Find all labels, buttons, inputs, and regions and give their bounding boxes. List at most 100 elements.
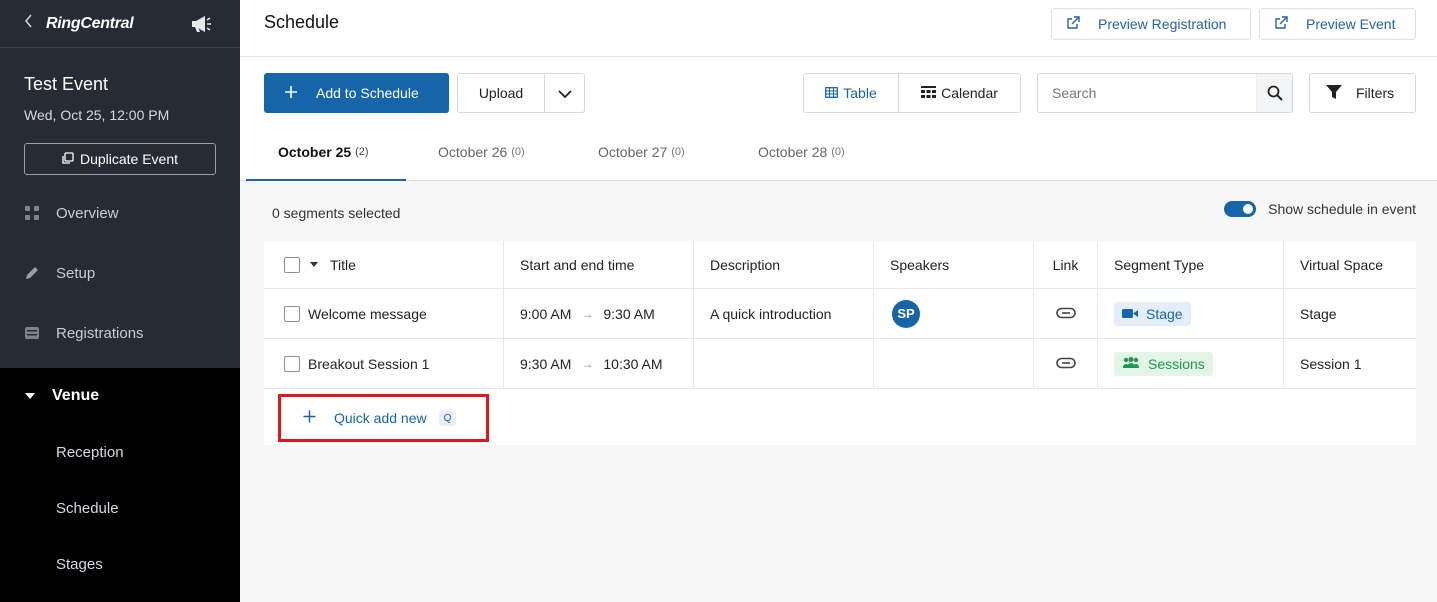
video-camera-icon [1122, 306, 1138, 322]
preview-registration-button[interactable]: Preview Registration [1051, 8, 1251, 40]
row-checkbox[interactable] [284, 305, 300, 322]
column-header: Title [330, 256, 356, 273]
sidebar-item-venue[interactable]: Venue [0, 368, 240, 424]
search-box [1037, 73, 1293, 113]
event-date: Wed, Oct 25, 12:00 PM [24, 107, 170, 123]
show-schedule-label: Show schedule in event [1268, 201, 1416, 217]
tab-label: October 27 [598, 143, 668, 160]
search-icon[interactable] [1256, 74, 1292, 112]
arrow-right-icon: → [581, 306, 594, 321]
table-row[interactable]: Breakout Session 1 9:30 AM → 10:30 AM Se… [264, 339, 1416, 389]
sidebar: RingCentral Test Event Wed, Oct 25, 12:0… [0, 0, 240, 602]
venue-label: Venue [52, 387, 100, 404]
back-chevron-icon[interactable] [24, 14, 40, 33]
virtual-space-cell: Stage [1300, 305, 1337, 322]
tab-october-28[interactable]: October 28 (0) [720, 123, 880, 180]
filters-label: Filters [1356, 85, 1395, 101]
duplicate-event-label: Duplicate Event [79, 151, 179, 167]
link-icon[interactable] [1055, 356, 1076, 372]
time-cell: 9:30 AM → 10:30 AM [504, 339, 694, 388]
view-toggle: Table Calendar [803, 73, 1021, 113]
select-all-checkbox[interactable] [284, 256, 300, 273]
show-schedule-toggle-wrap: Show schedule in event [1224, 201, 1416, 217]
chevron-down-icon [557, 85, 572, 101]
segment-type-label: Stage [1146, 305, 1183, 322]
sidebar-item-stages[interactable]: Stages [0, 536, 240, 592]
link-cell [1034, 289, 1098, 338]
row-checkbox[interactable] [284, 355, 300, 372]
end-time: 9:30 AM [603, 305, 655, 322]
calendar-view-button[interactable]: Calendar [899, 74, 1020, 112]
tab-count: (0) [511, 145, 525, 158]
column-header: Start and end time [504, 241, 694, 288]
tab-october-26[interactable]: October 26 (0) [400, 123, 560, 180]
segment-title[interactable]: Breakout Session 1 [308, 356, 429, 372]
keyboard-shortcut-badge: Q [438, 410, 457, 426]
sidebar-item-registrations[interactable]: Registrations [0, 303, 240, 363]
description-cell [694, 339, 874, 388]
column-header: Description [694, 241, 874, 288]
sidebar-item-setup[interactable]: Setup [0, 243, 240, 303]
segment-type-label: Sessions [1148, 355, 1205, 372]
sidebar-item-reception[interactable]: Reception [0, 424, 240, 480]
upload-dropdown-button[interactable] [545, 74, 584, 112]
quick-add-row: Quick add new Q [264, 389, 1416, 445]
segment-type-cell: Stage [1098, 289, 1284, 338]
segment-type-badge: Stage [1114, 301, 1191, 326]
avatar[interactable]: SP [892, 299, 920, 328]
add-to-schedule-label: Add to Schedule [316, 85, 419, 101]
tab-october-27[interactable]: October 27 (0) [560, 123, 720, 180]
filter-icon [1326, 84, 1342, 103]
link-cell [1034, 339, 1098, 388]
plus-icon [284, 85, 298, 102]
copy-icon [62, 151, 74, 167]
sidebar-nav: Overview Setup Registrations [0, 183, 240, 363]
arrow-right-icon: → [581, 356, 594, 371]
caret-down-icon [24, 387, 36, 405]
selection-row: 0 segments selected Show schedule in eve… [240, 181, 1437, 241]
tab-label: October 26 [438, 143, 508, 160]
segment-type-cell: Sessions [1098, 339, 1284, 388]
table-view-button[interactable]: Table [804, 74, 899, 112]
toolbar: Add to Schedule Upload Table Calendar Se… [240, 57, 1437, 123]
tab-october-25[interactable]: October 25 (2) [240, 123, 406, 181]
show-schedule-toggle[interactable] [1224, 201, 1257, 217]
calendar-icon [921, 85, 937, 101]
quick-add-new-button[interactable]: Quick add new Q [278, 394, 489, 442]
tab-label: October 28 [758, 143, 828, 160]
search-input[interactable] [1038, 74, 1256, 112]
group-icon [1122, 356, 1140, 372]
calendar-view-label: Calendar [941, 85, 998, 101]
duplicate-event-button[interactable]: Duplicate Event [24, 143, 216, 175]
preview-event-button[interactable]: Preview Event [1259, 8, 1416, 40]
virtual-space-cell: Session 1 [1300, 355, 1362, 372]
preview-registration-label: Preview Registration [1098, 16, 1227, 32]
segment-title[interactable]: Welcome message [308, 306, 427, 322]
sidebar-item-overview[interactable]: Overview [0, 183, 240, 243]
grid-icon [24, 206, 40, 220]
upload-split-button: Upload [457, 73, 585, 113]
segment-type-badge: Sessions [1114, 351, 1213, 376]
tab-label: October 25 [278, 143, 352, 160]
speakers-cell: SP [874, 289, 1034, 338]
start-time: 9:00 AM [520, 305, 572, 322]
main-content: Schedule Preview Registration Preview Ev… [240, 0, 1437, 602]
column-header: Speakers [874, 241, 1034, 288]
caret-down-icon[interactable] [310, 262, 318, 267]
column-header: Segment Type [1098, 241, 1284, 288]
column-header: Virtual Space [1300, 256, 1384, 273]
table-view-label: Table [843, 85, 877, 101]
brand-logo: RingCentral [46, 14, 134, 32]
sidebar-item-schedule[interactable]: Schedule [0, 480, 240, 536]
top-bar: Schedule Preview Registration Preview Ev… [240, 0, 1437, 57]
link-icon[interactable] [1055, 306, 1076, 322]
table-row[interactable]: Welcome message 9:00 AM → 9:30 AM A quic… [264, 289, 1416, 339]
upload-button[interactable]: Upload [458, 74, 545, 112]
plus-icon [303, 410, 316, 426]
add-to-schedule-button[interactable]: Add to Schedule [264, 73, 449, 113]
sidebar-item-label: Registrations [56, 324, 144, 342]
table-header-row: Title Start and end time Description Spe… [264, 241, 1416, 289]
selected-count: 0 segments selected [272, 205, 401, 221]
filters-button[interactable]: Filters [1309, 73, 1416, 113]
megaphone-icon[interactable] [190, 15, 212, 33]
